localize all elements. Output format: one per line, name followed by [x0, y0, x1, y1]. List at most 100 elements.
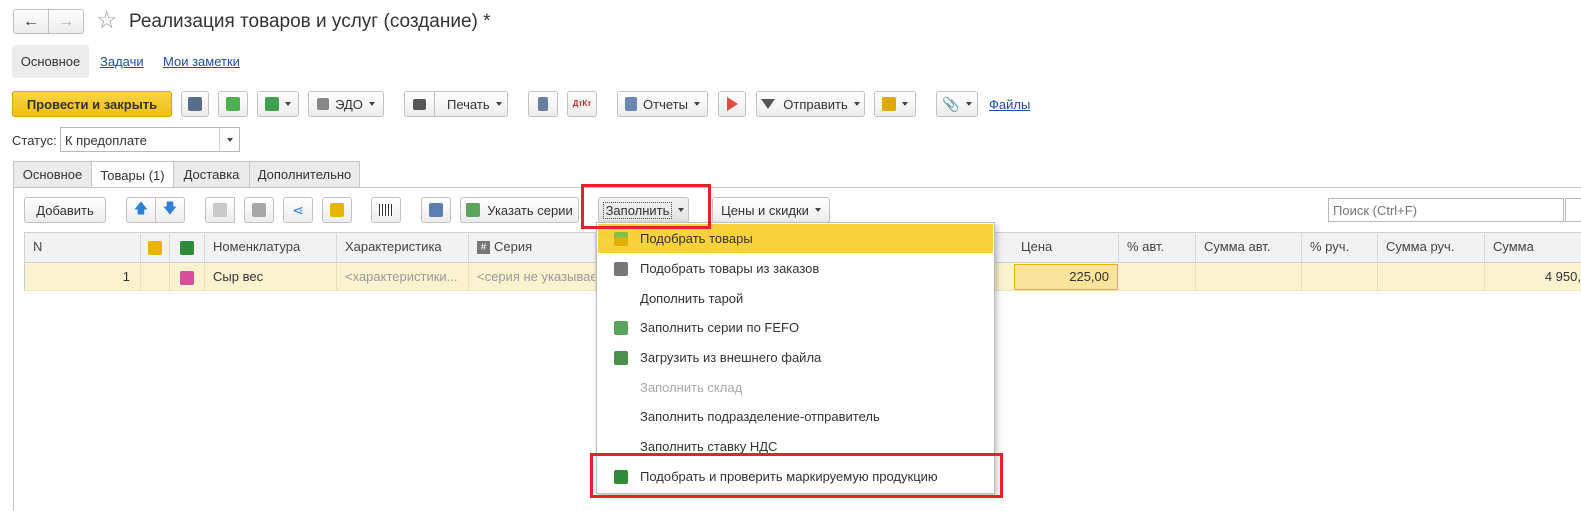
edo-button[interactable]: ЭДО	[308, 91, 384, 117]
col-header-nomenclature[interactable]: Номенклатура	[205, 232, 337, 262]
data-collection-button[interactable]	[421, 197, 451, 223]
move-up-button[interactable]: 🡅	[126, 197, 156, 223]
series-hash-icon	[466, 203, 481, 217]
cell-package[interactable]	[141, 263, 170, 291]
print-label: Печать	[447, 96, 490, 112]
arrow-left-icon: ←	[23, 12, 39, 30]
menu-item-fill-warehouse: Заполнить склад	[598, 373, 993, 402]
menu-item-fill-department[interactable]: Заполнить подразделение-отправитель	[598, 402, 993, 431]
col-header-sum-auto[interactable]: Сумма авт.	[1196, 232, 1302, 262]
cell-series[interactable]: <серия не указывае	[469, 263, 596, 291]
dt-kt-icon: ДтКт	[572, 99, 592, 108]
tab-additional[interactable]: Дополнительно	[249, 161, 360, 187]
chevron-down-icon	[693, 102, 700, 106]
edo-label: ЭДО	[335, 96, 363, 112]
menu-item-fefo-series[interactable]: Заполнить серии по FEFO	[598, 313, 993, 342]
menu-item-label: Подобрать товары из заказов	[640, 261, 820, 276]
specify-series-button[interactable]: Указать серии	[460, 197, 579, 223]
create-based-icon	[265, 97, 279, 111]
send-button[interactable]: Отправить	[756, 91, 865, 117]
marked-goods-icon	[180, 240, 194, 255]
highlight-fill-button-box	[581, 184, 711, 229]
forward-button[interactable]: →	[48, 9, 84, 34]
reports-label: Отчеты	[643, 96, 688, 112]
attach-button[interactable]: 📎	[936, 91, 978, 117]
favorite-star-icon[interactable]: ☆	[96, 6, 118, 35]
tasks-link[interactable]: Задачи	[100, 54, 144, 69]
split-icon: ⋖	[292, 201, 304, 218]
files-link[interactable]: Файлы	[989, 97, 1030, 112]
create-based-on-button[interactable]	[257, 91, 299, 117]
tab-goods[interactable]: Товары (1)	[91, 161, 174, 188]
reports-button[interactable]: Отчеты	[617, 91, 708, 117]
menu-item-load-file[interactable]: Загрузить из внешнего файла	[598, 343, 993, 372]
status-dropdown-button[interactable]	[219, 128, 239, 151]
chevron-down-icon	[368, 102, 375, 106]
move-down-button[interactable]: 🡇	[155, 197, 185, 223]
post-and-close-label: Провести и закрыть	[26, 96, 158, 112]
tab-main-label: Основное	[22, 167, 83, 182]
cell-pct-auto[interactable]	[1119, 263, 1196, 291]
menu-item-label: Заполнить ставку НДС	[640, 439, 778, 454]
col-header-pct-manual[interactable]: % руч.	[1302, 232, 1378, 262]
col-header-series[interactable]: # Серия	[469, 232, 596, 262]
add-row-button[interactable]: Добавить	[24, 197, 106, 223]
col-header-marking[interactable]	[170, 232, 205, 262]
menu-item-pick-from-orders[interactable]: Подобрать товары из заказов	[598, 254, 993, 283]
col-header-n[interactable]: N	[25, 232, 141, 262]
col-header-package[interactable]	[141, 232, 170, 262]
post-and-close-button[interactable]: Провести и закрыть	[12, 91, 172, 117]
tab-main[interactable]: Основное	[13, 161, 92, 187]
print-button[interactable]: Печать	[404, 91, 508, 117]
save-button[interactable]	[181, 91, 209, 117]
notes-link[interactable]: Мои заметки	[163, 54, 240, 69]
cell-characteristic[interactable]: <характеристики...	[337, 263, 469, 291]
tab-delivery-label: Доставка	[183, 167, 240, 182]
col-header-sum-manual[interactable]: Сумма руч.	[1378, 232, 1485, 262]
barcode-button[interactable]	[371, 197, 401, 223]
search-input[interactable]	[1328, 198, 1564, 222]
menu-item-add-containers[interactable]: Дополнить тарой	[598, 284, 993, 313]
fefo-series-icon	[614, 321, 628, 335]
status-select[interactable]: К предоплате	[60, 127, 240, 152]
col-header-sum[interactable]: Сумма	[1485, 232, 1581, 262]
chevron-down-icon	[495, 102, 502, 106]
col-header-pct-auto[interactable]: % авт.	[1119, 232, 1196, 262]
edo-icon	[317, 98, 330, 110]
col-header-price[interactable]: Цена	[1013, 232, 1119, 262]
paste-icon	[252, 203, 266, 217]
dt-kt-button[interactable]: ДтКт	[567, 91, 597, 117]
prices-discounts-button[interactable]: Цены и скидки	[712, 197, 830, 223]
cell-marking[interactable]	[170, 263, 205, 291]
tab-goods-label: Товары (1)	[100, 167, 165, 183]
printer-icon	[405, 92, 435, 116]
col-header-characteristic[interactable]: Характеристика	[337, 232, 469, 262]
menu-item-label: Заполнить склад	[640, 380, 743, 395]
package-button[interactable]	[322, 197, 352, 223]
cell-sum[interactable]: 4 950,	[1485, 263, 1581, 291]
status-label: Статус:	[12, 133, 57, 148]
cell-price[interactable]: 225,00	[1014, 264, 1118, 290]
report-icon	[625, 97, 638, 111]
tab-main-top[interactable]: Основное	[12, 45, 89, 78]
cell-pct-manual[interactable]	[1302, 263, 1378, 291]
journal-button[interactable]	[528, 91, 558, 117]
cell-sum-manual[interactable]	[1378, 263, 1485, 291]
tab-delivery[interactable]: Доставка	[173, 161, 250, 187]
document-settings-icon	[882, 97, 896, 111]
cell-sum-auto[interactable]	[1196, 263, 1302, 291]
cell-n[interactable]: 1	[25, 263, 141, 291]
back-button[interactable]: ←	[13, 9, 49, 34]
menu-item-label: Дополнить тарой	[640, 291, 744, 306]
load-file-icon	[614, 351, 628, 365]
split-row-button[interactable]: ⋖	[283, 197, 313, 223]
copy-row-button[interactable]	[205, 197, 235, 223]
prices-discounts-label: Цены и скидки	[721, 202, 809, 218]
more-actions-button[interactable]	[874, 91, 916, 117]
post-button[interactable]	[218, 91, 248, 117]
paste-row-button[interactable]	[244, 197, 274, 223]
cell-nomenclature[interactable]: Сыр вес	[205, 263, 337, 291]
menu-item-label: Заполнить подразделение-отправитель	[640, 409, 880, 424]
tab-additional-label: Дополнительно	[257, 167, 352, 182]
share-button[interactable]	[718, 91, 746, 117]
